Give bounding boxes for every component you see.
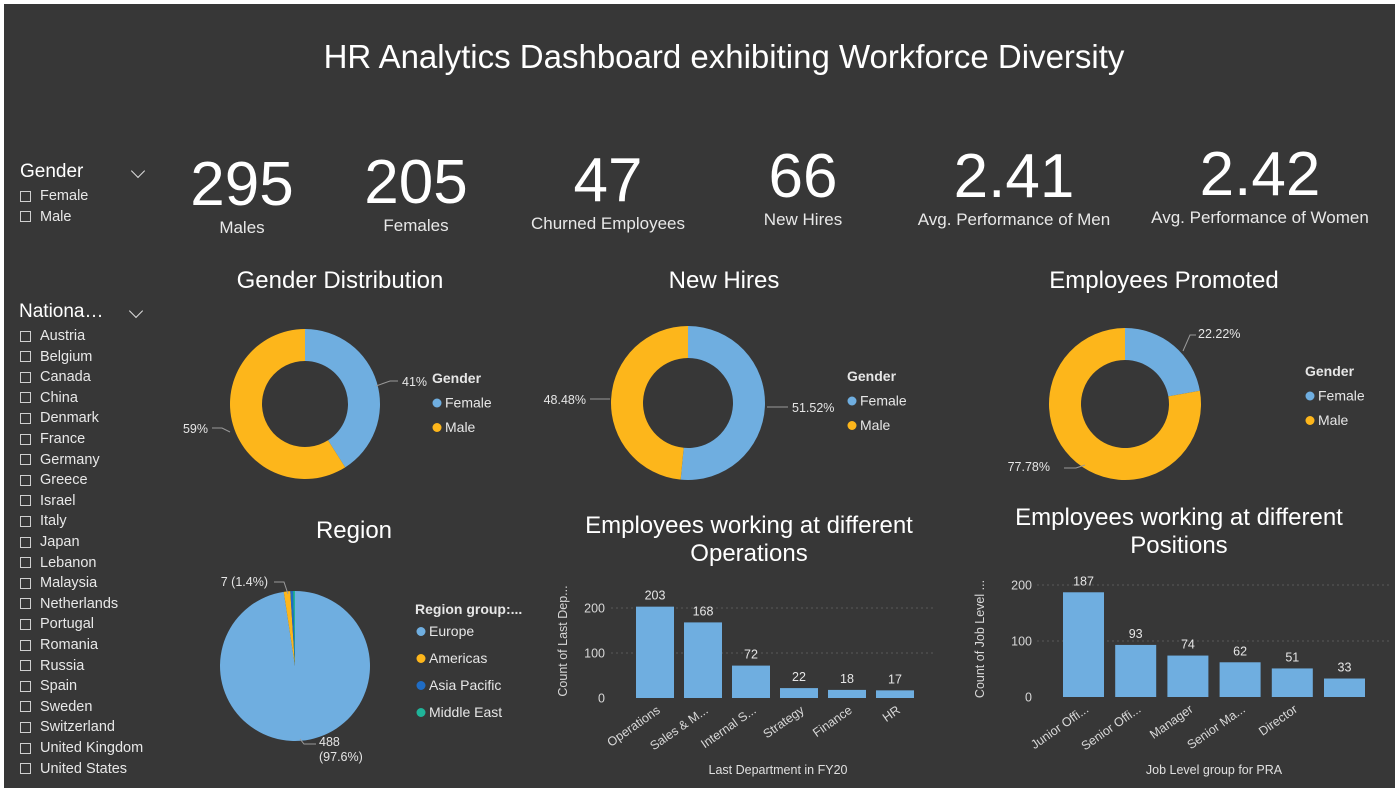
bar — [684, 622, 722, 698]
bar — [780, 688, 818, 698]
data-label: 203 — [645, 589, 666, 603]
legend-marker — [847, 421, 857, 430]
y-tick-label: 100 — [584, 647, 605, 661]
data-label: 22.22% — [1198, 327, 1240, 341]
legend-marker — [432, 423, 442, 432]
legend-marker — [416, 654, 426, 663]
donut-slice-male — [610, 326, 688, 480]
dashboard-canvas: HR Analytics Dashboard exhibiting Workfo… — [4, 4, 1395, 788]
y-tick-label: 200 — [1011, 579, 1032, 593]
data-label: 17 — [888, 672, 902, 686]
leader-line — [212, 427, 231, 433]
leader-line — [1182, 334, 1196, 352]
data-label: 51.52% — [792, 401, 834, 415]
bar — [1219, 662, 1261, 697]
legend-title: Gender — [1305, 363, 1355, 379]
legend-title: Gender — [432, 370, 482, 386]
y-tick-label: 0 — [1025, 691, 1032, 705]
y-tick-label: 100 — [1011, 635, 1032, 649]
legend-label: Female — [860, 393, 907, 409]
legend-label: Middle East — [429, 704, 502, 720]
legend-label: Female — [445, 395, 492, 411]
bar — [1063, 592, 1104, 697]
x-tick-label: Senior Ma... — [1185, 702, 1248, 752]
legend-label: Female — [1318, 388, 1365, 404]
legend-title: Gender — [847, 368, 897, 384]
legend-marker — [416, 627, 426, 636]
leader-line — [375, 380, 398, 387]
legend-label: Male — [860, 417, 891, 433]
y-axis-label: Count of Job Level ... — [973, 580, 987, 698]
data-label: 48.48% — [544, 393, 586, 407]
bar — [1167, 655, 1209, 697]
donut-slice-female — [680, 326, 765, 480]
data-label: (97.6%) — [319, 750, 363, 764]
x-tick-label: Director — [1256, 702, 1300, 739]
x-tick-label: HR — [880, 703, 903, 725]
y-tick-label: 0 — [598, 692, 605, 706]
legend-label: Europe — [429, 623, 474, 639]
legend-title: Region group:... — [415, 601, 522, 617]
x-tick-label: Strategy — [761, 703, 808, 742]
legend-marker — [1305, 416, 1315, 425]
data-label: 41% — [402, 375, 427, 389]
data-label: 72 — [744, 648, 758, 662]
y-axis-label: Count of Last Dep... — [556, 585, 570, 696]
data-label: 62 — [1233, 644, 1247, 658]
data-label: 51 — [1285, 650, 1299, 664]
data-label: 59% — [183, 422, 208, 436]
legend-label: Male — [445, 419, 476, 435]
data-label: 187 — [1073, 574, 1094, 588]
data-label: 33 — [1338, 661, 1352, 675]
x-tick-label: Manager — [1147, 702, 1195, 742]
legend-label: Americas — [429, 650, 487, 666]
bar — [1115, 644, 1157, 697]
y-tick-label: 200 — [584, 602, 605, 616]
legend-label: Asia Pacific — [429, 677, 501, 693]
data-label: 77.78% — [1008, 460, 1050, 474]
data-label: 74 — [1181, 638, 1195, 652]
bar — [732, 665, 770, 698]
data-label: 168 — [693, 604, 714, 618]
data-label: 18 — [840, 672, 854, 686]
legend-marker — [432, 398, 442, 408]
legend-marker — [847, 396, 857, 406]
data-label: 93 — [1129, 627, 1143, 641]
x-axis-label: Last Department in FY20 — [709, 763, 848, 777]
legend-marker — [1305, 391, 1315, 401]
x-tick-label: Finance — [810, 703, 854, 740]
legend-label: Male — [1318, 412, 1349, 428]
legend-marker — [416, 681, 426, 690]
x-axis-label: Job Level group for PRA — [1146, 763, 1283, 777]
charts-layer: 41% 59% Gender Female Male 51.52% 48.48% Gender… — [183, 326, 1389, 777]
bar — [876, 690, 914, 698]
data-label: 488 — [319, 735, 340, 749]
data-label: 22 — [792, 670, 806, 684]
bar — [828, 689, 866, 698]
bar — [636, 606, 674, 698]
data-label: 7 (1.4%) — [221, 575, 268, 589]
bar — [1271, 668, 1313, 697]
legend-marker — [416, 708, 426, 717]
bar — [1324, 678, 1365, 697]
pie-slice-europe — [220, 591, 371, 741]
